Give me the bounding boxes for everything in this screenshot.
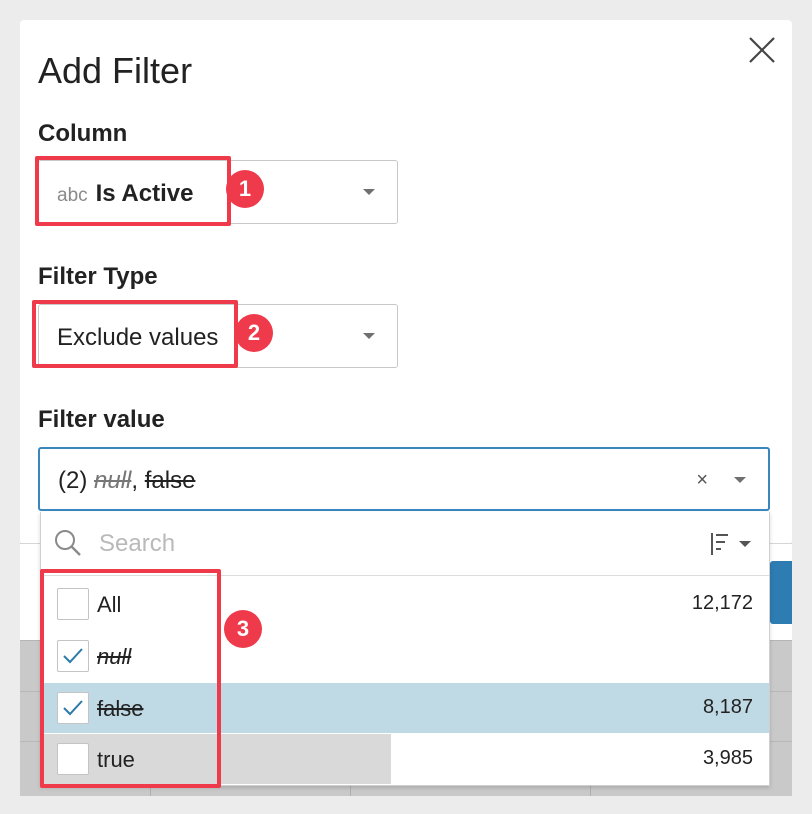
close-icon	[749, 37, 775, 63]
chevron-down-icon	[363, 189, 375, 195]
clear-icon[interactable]: ×	[696, 469, 708, 492]
annotation-badge-2: 2	[235, 314, 273, 352]
column-label: Column	[38, 120, 128, 147]
annotation-box-1	[35, 156, 231, 226]
apply-button[interactable]	[770, 561, 792, 624]
dropdown-search	[41, 512, 769, 576]
filter-value-select[interactable]: (2) null, false ×	[38, 447, 770, 511]
filter-type-label: Filter Type	[38, 263, 158, 290]
chevron-down-icon	[363, 333, 375, 339]
selected-value-false: false	[144, 467, 196, 494]
selected-value-null: null	[94, 467, 132, 494]
list-item-count: 3,985	[702, 747, 753, 769]
search-input[interactable]	[99, 526, 659, 562]
close-button[interactable]	[746, 34, 778, 66]
annotation-badge-1: 1	[226, 170, 264, 208]
search-icon	[55, 530, 81, 556]
filter-value-label: Filter value	[38, 406, 165, 433]
list-item-count: 12,172	[691, 592, 753, 614]
sort-icon	[711, 533, 751, 555]
annotation-badge-3: 3	[224, 610, 262, 648]
value-separator: ,	[131, 467, 139, 494]
sort-button[interactable]	[709, 530, 753, 558]
chevron-down-icon	[734, 477, 746, 483]
dialog-title: Add Filter	[38, 50, 193, 91]
list-item-count: 8,187	[702, 696, 753, 718]
selected-count: (2)	[58, 467, 88, 494]
annotation-box-3	[40, 569, 221, 788]
annotation-box-2	[32, 300, 238, 368]
